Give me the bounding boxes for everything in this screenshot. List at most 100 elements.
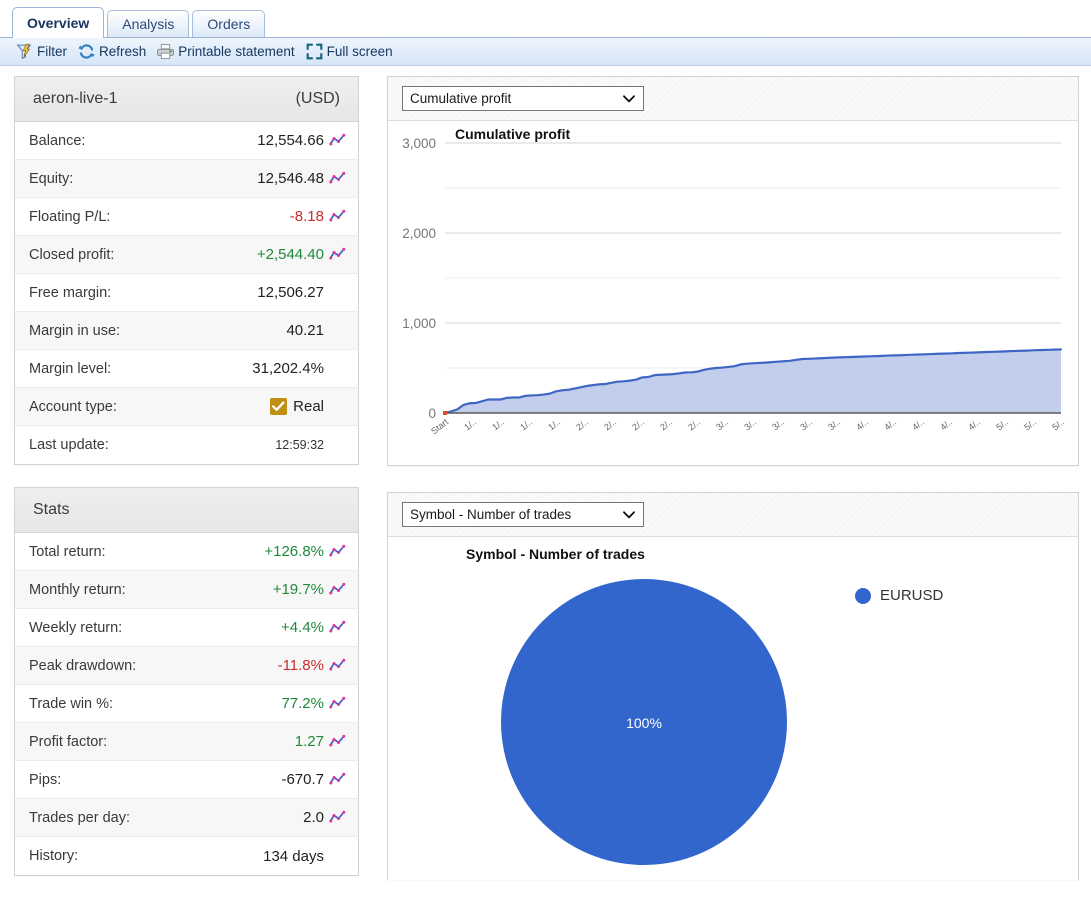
line-chart-icon: [328, 544, 345, 557]
table-row: Trade win %: 77.2%: [15, 685, 358, 723]
row-value: 12,554.66: [257, 132, 324, 149]
table-row: Floating P/L: -8.18: [15, 198, 358, 236]
row-value: +126.8%: [264, 543, 324, 560]
table-row: Margin in use: 40.21: [15, 312, 358, 350]
row-label: Pips:: [29, 771, 62, 788]
account-panel: aeron-live-1 (USD) Balance: 12,554.66 Eq…: [14, 76, 359, 465]
svg-text:2/..: 2/..: [686, 417, 702, 433]
filter-icon: [16, 43, 32, 60]
svg-text:100%: 100%: [626, 715, 662, 731]
row-chart-icon[interactable]: [324, 620, 350, 635]
tab-orders-label: Orders: [207, 16, 251, 32]
symbol-trades-select[interactable]: Symbol - Number of trades: [402, 502, 644, 527]
account-type-value: Real: [293, 397, 324, 415]
row-chart-icon[interactable]: [324, 658, 350, 673]
refresh-label: Refresh: [99, 44, 147, 59]
symbol-trades-select-wrap: Symbol - Number of trades: [402, 502, 644, 527]
line-chart-icon: [328, 209, 345, 222]
line-chart-icon: [328, 582, 345, 595]
row-value: -11.8%: [277, 657, 324, 674]
row-chart-icon[interactable]: [324, 734, 350, 749]
svg-text:5/..: 5/..: [1022, 417, 1038, 433]
table-row: Free margin: 12,506.27: [15, 274, 358, 312]
row-label: Margin level:: [29, 360, 112, 377]
svg-text:Symbol - Number of trades: Symbol - Number of trades: [466, 546, 645, 562]
svg-text:4/..: 4/..: [966, 417, 982, 433]
row-chart-icon[interactable]: [324, 209, 350, 224]
row-label: Monthly return:: [29, 581, 126, 598]
check-icon: [272, 400, 285, 411]
table-row: Closed profit: +2,544.40: [15, 236, 358, 274]
row-chart-icon[interactable]: [324, 582, 350, 597]
row-chart-icon[interactable]: [324, 171, 350, 186]
table-row: History: 134 days: [15, 837, 358, 875]
row-value: 40.21: [286, 322, 324, 339]
right-column: Cumulative profit 0 1,000 2,000 3,000 Cumula…: [387, 76, 1079, 880]
row-value: -670.7: [281, 771, 324, 788]
symbol-trades-chart: Symbol - Number of trades 100% EURUSD: [388, 537, 1078, 880]
printable-statement-label: Printable statement: [178, 44, 295, 59]
line-chart-icon: [328, 734, 345, 747]
svg-text:4/..: 4/..: [882, 417, 898, 433]
cumulative-profit-svg: 01,0002,0003,000Cumulative profitStart 1/…: [402, 126, 1066, 436]
row-label: Account type:: [29, 398, 117, 415]
cumulative-profit-select[interactable]: Cumulative profit: [402, 86, 644, 111]
row-chart-icon[interactable]: [324, 133, 350, 148]
fullscreen-icon: [306, 43, 322, 60]
tab-overview-label: Overview: [27, 15, 90, 31]
row-value: 12:59:32: [275, 438, 324, 452]
svg-text:5/..: 5/..: [1050, 417, 1066, 433]
svg-text:2/..: 2/..: [602, 417, 618, 433]
printable-statement-button[interactable]: Printable statement: [155, 41, 303, 62]
svg-text:3/..: 3/..: [742, 417, 758, 433]
svg-text:2/..: 2/..: [658, 417, 674, 433]
svg-text:5/..: 5/..: [994, 417, 1010, 433]
row-chart-icon[interactable]: [324, 696, 350, 711]
row-label: History:: [29, 848, 79, 864]
left-column: aeron-live-1 (USD) Balance: 12,554.66 Eq…: [14, 76, 359, 898]
svg-text:0: 0: [428, 406, 436, 421]
svg-text:2/..: 2/..: [630, 417, 646, 433]
row-label: Trades per day:: [29, 809, 131, 826]
row-value: +2,544.40: [256, 246, 324, 263]
symbol-trades-panel: Symbol - Number of trades Symbol - Numbe…: [387, 492, 1079, 880]
account-currency: (USD): [295, 90, 340, 107]
refresh-icon: [78, 44, 95, 59]
cumulative-profit-toolbar: Cumulative profit: [388, 77, 1078, 121]
tab-overview[interactable]: Overview: [12, 7, 105, 38]
tab-orders[interactable]: Orders: [192, 10, 266, 38]
line-chart-icon: [328, 247, 345, 260]
table-row: Balance: 12,554.66: [15, 122, 358, 160]
line-chart-icon: [328, 133, 345, 146]
row-chart-icon[interactable]: [324, 810, 350, 825]
svg-text:Cumulative profit: Cumulative profit: [455, 126, 570, 142]
filter-button[interactable]: Filter: [14, 41, 76, 62]
row-label: Balance:: [29, 132, 86, 149]
svg-text:4/..: 4/..: [910, 417, 926, 433]
line-chart-icon: [328, 772, 345, 785]
table-row: Last update: 12:59:32: [15, 426, 358, 464]
row-value: +4.4%: [281, 619, 324, 636]
refresh-button[interactable]: Refresh: [76, 41, 155, 62]
account-name: aeron-live-1: [33, 90, 118, 107]
stats-panel: Stats Total return: +126.8% Monthly retu…: [14, 487, 359, 876]
printer-icon: [157, 44, 175, 59]
symbol-trades-svg: Symbol - Number of trades 100%: [466, 546, 787, 865]
row-chart-icon[interactable]: [324, 247, 350, 262]
tab-analysis-label: Analysis: [122, 16, 175, 32]
account-panel-header: aeron-live-1 (USD): [15, 77, 358, 122]
full-screen-button[interactable]: Full screen: [304, 41, 402, 62]
svg-text:3,000: 3,000: [402, 136, 436, 151]
row-label: Weekly return:: [29, 619, 123, 636]
account-rows: Balance: 12,554.66 Equity: 12,546.48 Flo…: [15, 122, 358, 464]
table-row: Trades per day: 2.0: [15, 799, 358, 837]
row-chart-icon[interactable]: [324, 772, 350, 787]
row-chart-icon[interactable]: [324, 544, 350, 559]
page-content: aeron-live-1 (USD) Balance: 12,554.66 Eq…: [0, 66, 1091, 898]
row-value: 12,546.48: [257, 170, 324, 187]
row-label: Free margin:: [29, 284, 112, 301]
tab-analysis[interactable]: Analysis: [107, 10, 190, 38]
stats-title: Stats: [33, 501, 70, 518]
pie-legend: EURUSD: [855, 587, 943, 604]
row-value: 31,202.4%: [252, 360, 324, 377]
